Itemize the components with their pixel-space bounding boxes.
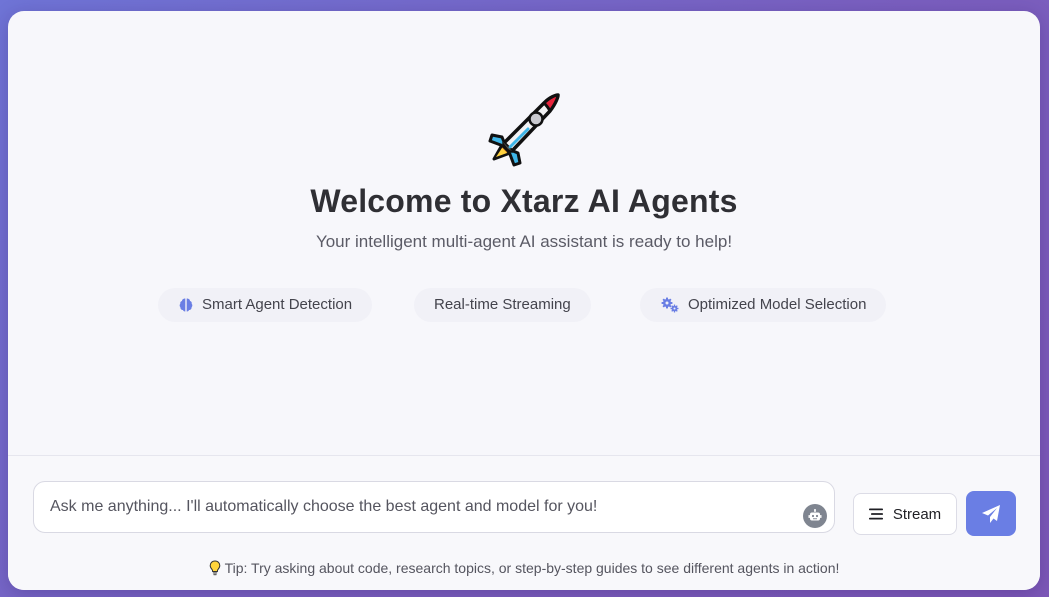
feature-chip-optimized-model-selection: Optimized Model Selection xyxy=(640,288,887,322)
feature-chip-smart-agent-detection: Smart Agent Detection xyxy=(158,288,373,322)
tip-label: Tip: Try asking about code, research top… xyxy=(224,560,840,576)
welcome-title: Welcome to Xtarz AI Agents xyxy=(310,183,738,219)
lightbulb-icon xyxy=(209,560,220,576)
message-input-container xyxy=(33,481,835,533)
feature-label: Optimized Model Selection xyxy=(688,296,867,313)
send-button[interactable] xyxy=(966,491,1016,536)
rocket-icon xyxy=(488,93,560,167)
cogs-icon xyxy=(661,297,679,313)
welcome-panel: Welcome to Xtarz AI Agents Your intellig… xyxy=(8,11,1040,455)
welcome-subtitle: Your intelligent multi-agent AI assistan… xyxy=(315,232,733,251)
brain-icon xyxy=(179,298,193,312)
tip-text: Tip: Try asking about code, research top… xyxy=(8,560,1040,576)
feature-chip-real-time-streaming: Real-time Streaming xyxy=(414,288,591,322)
robot-icon[interactable] xyxy=(803,504,827,528)
feature-label: Smart Agent Detection xyxy=(202,296,353,313)
feature-label: Real-time Streaming xyxy=(434,296,571,313)
app-window: Welcome to Xtarz AI Agents Your intellig… xyxy=(8,11,1040,590)
paper-plane-icon xyxy=(982,504,1000,523)
stream-label: Stream xyxy=(892,505,942,523)
feature-list: Smart Agent Detection Real-time Streamin… xyxy=(8,288,1040,322)
message-input[interactable] xyxy=(34,482,794,532)
message-composer: Stream Tip: Try asking about code, resea… xyxy=(8,456,1040,590)
stream-toggle-button[interactable]: Stream xyxy=(853,493,957,535)
menu-lines-icon xyxy=(868,508,883,520)
